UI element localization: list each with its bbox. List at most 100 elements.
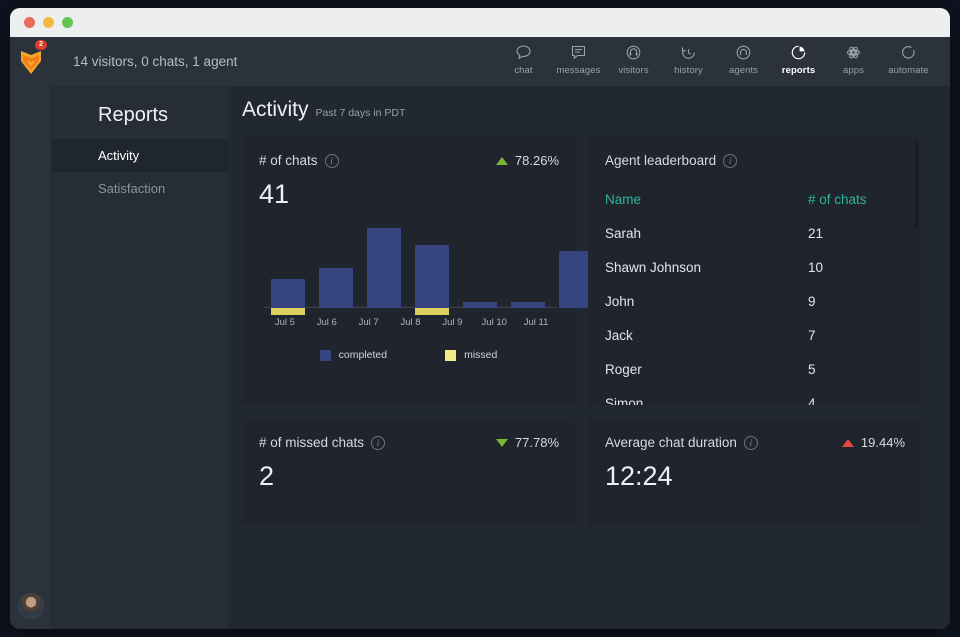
chart-bars: [264, 228, 593, 315]
card-value: 41: [259, 179, 290, 209]
legend-item: missed: [445, 349, 497, 361]
nav-item-reports[interactable]: reports: [771, 37, 826, 76]
sidebar-item-activity-label: Activity: [98, 148, 140, 163]
info-icon[interactable]: i: [743, 435, 758, 450]
legend-swatch: [445, 349, 457, 361]
delta-indicator: 19.44%: [841, 435, 905, 450]
table-row[interactable]: Shawn Johnson 10: [588, 250, 921, 284]
agent-chat-count: 7: [808, 327, 816, 343]
bar-missed: [271, 308, 305, 315]
chart-x-label: Jul 9: [442, 317, 463, 328]
nav-item-automate[interactable]: automate: [881, 37, 936, 76]
main-nav: chat messages visitors history agents re…: [496, 37, 950, 86]
card-value: 2: [259, 461, 275, 491]
window-titlebar: [10, 8, 950, 37]
trend-down-icon: [495, 438, 508, 447]
nav-item-chat[interactable]: chat: [496, 37, 551, 76]
info-icon[interactable]: i: [371, 435, 386, 450]
leaderboard-scrollbar[interactable]: [915, 142, 918, 229]
nav-label-chat: chat: [514, 65, 533, 76]
chats-bar-chart: Jul 5 Jul 6 Jul 7 Jul 8 Jul 9 Jul 10 Jul 11: [264, 228, 593, 332]
bar-missed: [415, 308, 449, 315]
table-row[interactable]: Roger 5: [588, 352, 921, 386]
chart-legend: completed missed: [242, 349, 575, 361]
card-header: Average chat duration i 19.44%: [588, 418, 921, 450]
screenshot-root: 2 14 visitors, 0 chats, 1 agent chat mes…: [0, 0, 960, 637]
refresh-icon: [900, 42, 917, 62]
leaderboard-table: Name # of chats Sarah 21 Shawn Johnson 10 John…: [588, 168, 921, 406]
card-header: # of missed chats i 77.78%: [242, 418, 575, 450]
logo-badge: 2: [35, 40, 47, 50]
bar-completed: [319, 268, 353, 308]
column-header-name[interactable]: Name: [605, 192, 808, 207]
info-icon[interactable]: i: [723, 153, 738, 168]
user-avatar[interactable]: [17, 593, 44, 619]
nav-item-history[interactable]: history: [661, 37, 716, 76]
nav-item-visitors[interactable]: visitors: [606, 37, 661, 76]
table-row[interactable]: John 9: [588, 284, 921, 318]
clock-icon: [680, 42, 697, 62]
chart-x-label: Jul 8: [400, 317, 421, 328]
delta-indicator: 78.26%: [495, 153, 559, 168]
main-split: Reports Activity Satisfaction Activity P…: [51, 86, 950, 629]
nav-label-history: history: [674, 65, 703, 76]
info-icon[interactable]: i: [324, 153, 339, 168]
card-value: 12:24: [605, 461, 673, 491]
fox-logo-icon: [20, 50, 41, 74]
delta-value: 78.26%: [514, 153, 559, 168]
messages-icon: [570, 42, 587, 62]
visitors-icon: [625, 42, 642, 62]
chat-bubble-icon: [515, 42, 532, 62]
nav-label-reports: reports: [781, 65, 816, 76]
minimize-button[interactable]: [43, 17, 54, 28]
bar-completed: [367, 228, 401, 308]
card-number-of-chats: # of chats i 78.26% 41 Jul 5 Jul 6 Jul 7…: [242, 136, 593, 405]
page-title: Activity: [242, 98, 309, 121]
sidebar-item-activity[interactable]: Activity: [51, 139, 228, 172]
trend-up-icon: [495, 156, 508, 165]
agent-name: Simon: [605, 395, 644, 406]
delta-value: 77.78%: [514, 435, 559, 450]
table-row[interactable]: Simon 4: [588, 386, 921, 406]
agent-chat-count: 5: [808, 361, 816, 377]
delta-value: 19.44%: [860, 435, 905, 450]
agent-name: Jack: [605, 327, 633, 343]
chart-x-label: Jul 10: [481, 317, 507, 328]
card-missed-chats: # of missed chats i 77.78% 2: [242, 418, 575, 525]
bar-completed: [271, 279, 305, 308]
sidebar-title: Reports: [98, 104, 169, 126]
nav-item-apps[interactable]: apps: [826, 37, 881, 76]
bar-completed: [463, 302, 497, 308]
close-button[interactable]: [24, 17, 35, 28]
table-row[interactable]: Sarah 21: [588, 216, 921, 250]
nav-item-agents[interactable]: agents: [716, 37, 771, 76]
table-row[interactable]: Jack 7: [588, 318, 921, 352]
nav-label-automate: automate: [888, 65, 929, 76]
agent-name: Roger: [605, 361, 642, 377]
agent-chat-count: 10: [808, 259, 824, 275]
nav-item-messages[interactable]: messages: [551, 37, 606, 76]
chart-x-label: Jul 7: [358, 317, 379, 328]
nav-label-agents: agents: [728, 65, 759, 76]
card-label: Agent leaderboard: [605, 153, 717, 168]
nav-label-apps: apps: [842, 65, 864, 76]
maximize-button[interactable]: [62, 17, 73, 28]
card-label: # of chats: [259, 153, 318, 168]
agent-chat-count: 21: [808, 225, 824, 241]
agent-name: John: [605, 293, 635, 309]
chart-x-label: Jul 5: [274, 317, 295, 328]
sidebar-item-satisfaction[interactable]: Satisfaction: [51, 172, 228, 205]
card-agent-leaderboard: Agent leaderboard i Name # of chats Sarah 2…: [588, 136, 921, 405]
agent-chat-count: 9: [808, 293, 816, 309]
fox-logo[interactable]: 2: [10, 37, 51, 86]
atom-icon: [845, 42, 862, 62]
agent-name: Sarah: [605, 225, 642, 241]
top-bar: 14 visitors, 0 chats, 1 agent chat messa…: [51, 37, 950, 86]
status-text: 14 visitors, 0 chats, 1 agent: [73, 54, 238, 69]
column-header-chats[interactable]: # of chats: [808, 192, 904, 207]
card-header: # of chats i 78.26%: [242, 136, 575, 168]
legend-swatch: [319, 349, 331, 361]
page-header: Activity Past 7 days in PDT: [242, 98, 926, 136]
card-label: Average chat duration: [605, 435, 737, 450]
main-content: Activity Past 7 days in PDT # of chats i: [228, 86, 950, 629]
